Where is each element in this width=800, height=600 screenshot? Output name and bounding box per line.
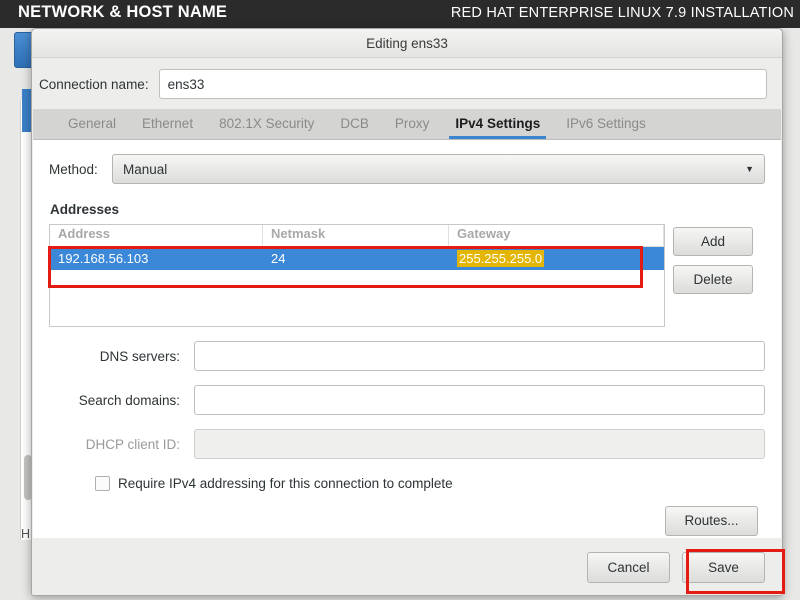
search-domains-label: Search domains: xyxy=(78,392,180,408)
tab-general[interactable]: General xyxy=(55,108,129,139)
addresses-table[interactable]: Address Netmask Gateway 192.168.56.103 2… xyxy=(49,224,665,327)
column-header-address: Address xyxy=(50,225,263,247)
installer-product-title: RED HAT ENTERPRISE LINUX 7.9 INSTALLATIO… xyxy=(450,5,794,21)
dhcp-client-id-input xyxy=(194,429,765,459)
addresses-area: Address Netmask Gateway 192.168.56.103 2… xyxy=(49,224,765,327)
cell-address[interactable]: 192.168.56.103 xyxy=(50,247,263,270)
save-button[interactable]: Save xyxy=(682,552,765,583)
search-domains-row: Search domains: xyxy=(49,385,765,415)
routes-row: Routes... xyxy=(49,506,765,536)
dialog-titlebar: Editing ens33 xyxy=(32,29,782,58)
cell-netmask[interactable]: 24 xyxy=(263,247,449,270)
dns-servers-input[interactable] xyxy=(194,341,765,371)
dialog-footer: Cancel Save xyxy=(32,540,782,595)
dhcp-client-id-row: DHCP client ID: xyxy=(49,429,765,459)
cell-gateway-highlight: 255.255.255.0 xyxy=(457,250,545,267)
connection-name-label: Connection name: xyxy=(39,76,149,92)
method-selected-value: Manual xyxy=(123,161,168,177)
delete-button[interactable]: Delete xyxy=(673,265,753,294)
add-button[interactable]: Add xyxy=(673,227,753,256)
edit-connection-dialog: Editing ens33 Connection name: General E… xyxy=(31,28,783,596)
tab-proxy[interactable]: Proxy xyxy=(382,108,443,139)
dhcp-client-id-label: DHCP client ID: xyxy=(85,436,180,452)
chevron-down-icon: ▼ xyxy=(745,163,754,174)
installer-page-title: NETWORK & HOST NAME xyxy=(18,3,228,21)
addresses-section-title: Addresses xyxy=(50,202,120,217)
require-ipv4-checkbox[interactable] xyxy=(95,476,110,491)
settings-tabbar: General Ethernet 802.1X Security DCB Pro… xyxy=(33,109,781,140)
search-domains-input[interactable] xyxy=(194,385,765,415)
method-label: Method: xyxy=(49,161,98,177)
tab-dcb[interactable]: DCB xyxy=(327,108,382,139)
require-ipv4-row[interactable]: Require IPv4 addressing for this connect… xyxy=(49,476,765,491)
column-header-gateway: Gateway xyxy=(449,225,664,247)
tab-8021x-security[interactable]: 802.1X Security xyxy=(206,108,327,139)
dialog-title: Editing ens33 xyxy=(366,36,448,51)
addresses-buttons: Add Delete xyxy=(673,224,753,303)
tab-ipv6-settings[interactable]: IPv6 Settings xyxy=(553,108,659,139)
require-ipv4-label: Require IPv4 addressing for this connect… xyxy=(118,476,453,491)
routes-button[interactable]: Routes... xyxy=(665,506,758,536)
dns-servers-row: DNS servers: xyxy=(49,341,765,371)
method-row: Method: Manual ▼ xyxy=(49,154,765,184)
cell-gateway[interactable]: 255.255.255.0 xyxy=(449,247,664,270)
cancel-button[interactable]: Cancel xyxy=(587,552,670,583)
addresses-table-header: Address Netmask Gateway xyxy=(50,225,664,247)
column-header-netmask: Netmask xyxy=(263,225,449,247)
method-dropdown[interactable]: Manual ▼ xyxy=(112,154,765,184)
tab-ethernet[interactable]: Ethernet xyxy=(129,108,206,139)
connection-name-row: Connection name: xyxy=(32,58,782,109)
installer-header-bar: NETWORK & HOST NAME RED HAT ENTERPRISE L… xyxy=(0,0,800,28)
table-row[interactable]: 192.168.56.103 24 255.255.255.0 xyxy=(50,247,664,270)
tab-ipv4-settings[interactable]: IPv4 Settings xyxy=(442,108,553,139)
dns-servers-label: DNS servers: xyxy=(99,348,180,364)
connection-name-input[interactable] xyxy=(158,69,767,99)
installer-screen: NETWORK & HOST NAME RED HAT ENTERPRISE L… xyxy=(0,0,800,600)
ipv4-settings-panel: Method: Manual ▼ Addresses Address Netma… xyxy=(33,140,781,538)
